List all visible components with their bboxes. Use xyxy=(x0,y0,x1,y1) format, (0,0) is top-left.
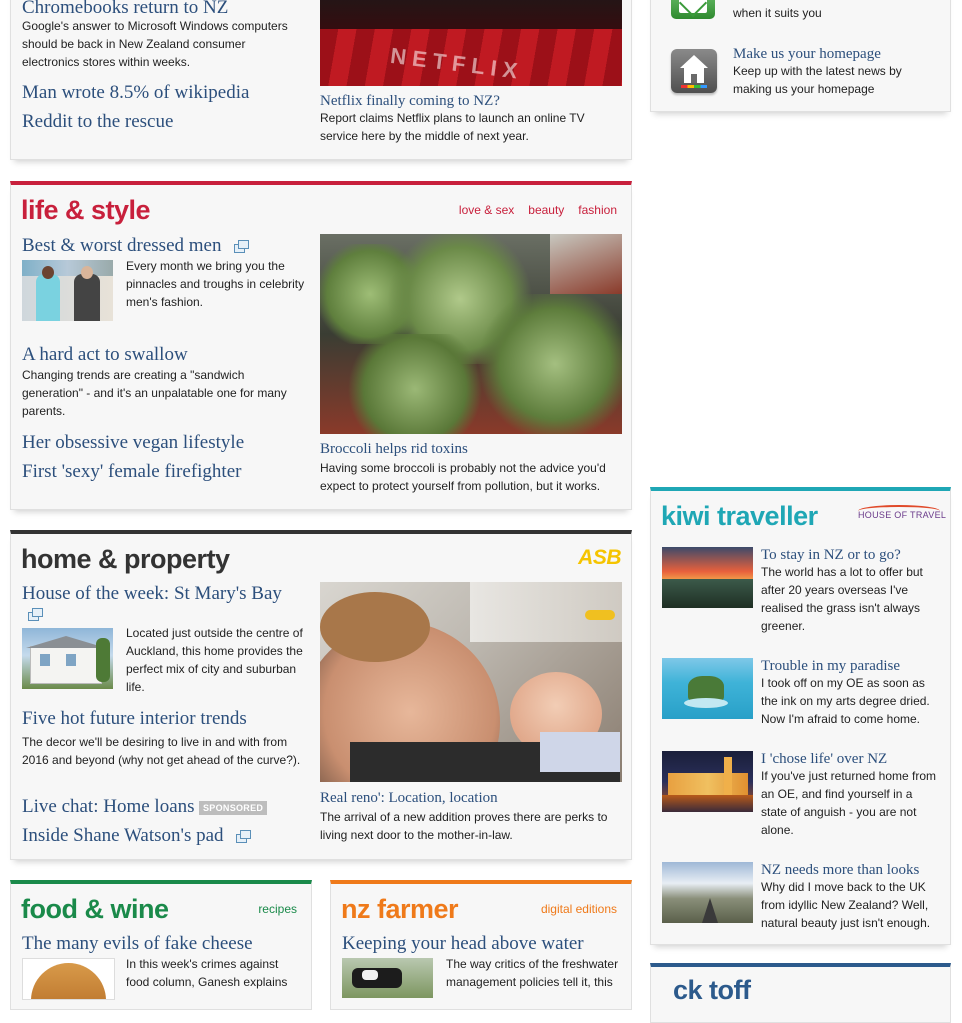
recipes-tag[interactable]: recipes xyxy=(258,902,297,916)
firefighter-link[interactable]: First 'sexy' female firefighter xyxy=(22,461,241,483)
homepage-promo-title[interactable]: Make us your homepage xyxy=(733,45,881,63)
kiwi-traveller-section: kiwi traveller HOUSE OF TRAVEL To stay i… xyxy=(650,487,951,945)
best-worst-row: Best & worst dressed men xyxy=(22,235,249,257)
travel-thumb-2[interactable] xyxy=(662,658,753,719)
broccoli-summary: Having some broccoli is probably not the… xyxy=(320,461,606,493)
home-icon[interactable] xyxy=(671,49,717,93)
vegan-link[interactable]: Her obsessive vegan lifestyle xyxy=(22,432,244,454)
head-above-water-headline[interactable]: Keeping your head above water xyxy=(342,933,584,955)
house-of-week-headline[interactable]: House of the week: St Mary's Bay xyxy=(22,583,282,605)
interior-trends-headline[interactable]: Five hot future interior trends xyxy=(22,708,247,730)
real-reno-feature-image[interactable] xyxy=(320,582,622,782)
interior-trends-summary: The decor we'll be desiring to live in a… xyxy=(22,735,301,767)
house-of-travel-logo[interactable]: HOUSE OF TRAVEL xyxy=(858,505,946,525)
fake-cheese-headline[interactable]: The many evils of fake cheese xyxy=(22,933,253,955)
netflix-headline[interactable]: Netflix finally coming to NZ? xyxy=(320,92,500,110)
fake-cheese-thumb[interactable] xyxy=(22,958,115,1000)
life-style-title[interactable]: life & style xyxy=(21,195,151,225)
travel-headline-3[interactable]: I 'chose life' over NZ xyxy=(761,750,887,768)
travel-thumb-3[interactable] xyxy=(662,751,753,812)
next-section: ck toff xyxy=(650,963,951,1023)
tag-love-sex[interactable]: love & sex xyxy=(459,203,514,217)
life-style-tags: love & sex beauty fashion xyxy=(445,203,617,217)
travel-headline-1[interactable]: To stay in NZ or to go? xyxy=(761,546,901,564)
sidebar-promos: when it suits you Make us your homepage … xyxy=(650,0,951,112)
tech-section: Chromebooks return to NZ Google's answer… xyxy=(10,0,632,160)
travel-summary-1: The world has a lot to offer but after 2… xyxy=(761,565,923,633)
next-section-title[interactable]: ck toff xyxy=(673,975,751,1005)
house-of-week-thumb[interactable] xyxy=(22,628,113,689)
travel-headline-2[interactable]: Trouble in my paradise xyxy=(761,657,900,675)
tag-fashion[interactable]: fashion xyxy=(578,203,617,217)
netflix-feature-image[interactable]: NETFLIX xyxy=(320,0,622,86)
gallery-icon xyxy=(28,608,43,622)
sponsored-badge: SPONSORED xyxy=(198,800,268,815)
tech-top-summary: Google's answer to Microsoft Windows com… xyxy=(22,19,288,69)
email-promo-text: when it suits you xyxy=(733,6,822,20)
travel-summary-2: I took off on my OE as soon as the ink o… xyxy=(761,676,930,726)
broccoli-headline[interactable]: Broccoli helps rid toxins xyxy=(320,440,468,458)
travel-summary-3: If you've just returned home from an OE,… xyxy=(761,769,937,837)
food-wine-title[interactable]: food & wine xyxy=(21,894,169,924)
real-reno-summary: The arrival of a new addition proves the… xyxy=(320,810,608,842)
food-wine-section: food & wine recipes The many evils of fa… xyxy=(10,880,312,1010)
email-icon[interactable] xyxy=(671,0,715,19)
house-of-week-summary: Located just outside the centre of Auckl… xyxy=(126,626,303,694)
asb-sponsor-logo[interactable]: ASB xyxy=(578,546,621,570)
home-property-title[interactable]: home & property xyxy=(21,544,230,574)
nz-farmer-title[interactable]: nz farmer xyxy=(341,894,459,924)
tech-link-2[interactable]: Reddit to the rescue xyxy=(22,111,173,133)
hard-act-summary: Changing trends are creating a "sandwich… xyxy=(22,368,287,418)
tag-beauty[interactable]: beauty xyxy=(528,203,564,217)
homepage-promo-text: Keep up with the latest news by making u… xyxy=(733,64,902,96)
best-worst-summary: Every month we bring you the pinnacles a… xyxy=(126,259,305,309)
travel-headline-4[interactable]: NZ needs more than looks xyxy=(761,861,919,879)
head-above-water-thumb[interactable] xyxy=(342,958,433,998)
life-style-section: life & style love & sex beauty fashion Bes… xyxy=(10,181,632,510)
netflix-summary: Report claims Netflix plans to launch an… xyxy=(320,111,585,143)
travel-thumb-1[interactable] xyxy=(662,547,753,608)
real-reno-headline[interactable]: Real reno': Location, location xyxy=(320,789,498,807)
broccoli-feature-image[interactable] xyxy=(320,234,622,434)
tech-link-1[interactable]: Man wrote 8.5% of wikipedia xyxy=(22,82,249,104)
home-property-section: home & property ASB House of the week: S… xyxy=(10,530,632,860)
best-worst-thumb[interactable] xyxy=(22,260,113,321)
travel-summary-4: Why did I move back to the UK from idyll… xyxy=(761,880,931,930)
house-of-travel-text: HOUSE OF TRAVEL xyxy=(858,510,947,520)
gallery-icon xyxy=(236,830,251,844)
hard-act-headline[interactable]: A hard act to swallow xyxy=(22,344,188,366)
home-loans-row: Live chat: Home loans SPONSORED xyxy=(22,796,268,818)
gallery-icon xyxy=(233,240,249,254)
shane-watson-row: Inside Shane Watson's pad xyxy=(22,825,251,847)
shane-watson-link[interactable]: Inside Shane Watson's pad xyxy=(22,825,224,846)
kiwi-traveller-title[interactable]: kiwi traveller xyxy=(661,501,818,531)
travel-thumb-4[interactable] xyxy=(662,862,753,923)
nz-farmer-section: nz farmer digital editions Keeping your … xyxy=(330,880,632,1010)
digital-editions-tag[interactable]: digital editions xyxy=(541,902,617,916)
best-worst-headline[interactable]: Best & worst dressed men xyxy=(22,235,221,256)
home-loans-link[interactable]: Live chat: Home loans xyxy=(22,796,195,817)
